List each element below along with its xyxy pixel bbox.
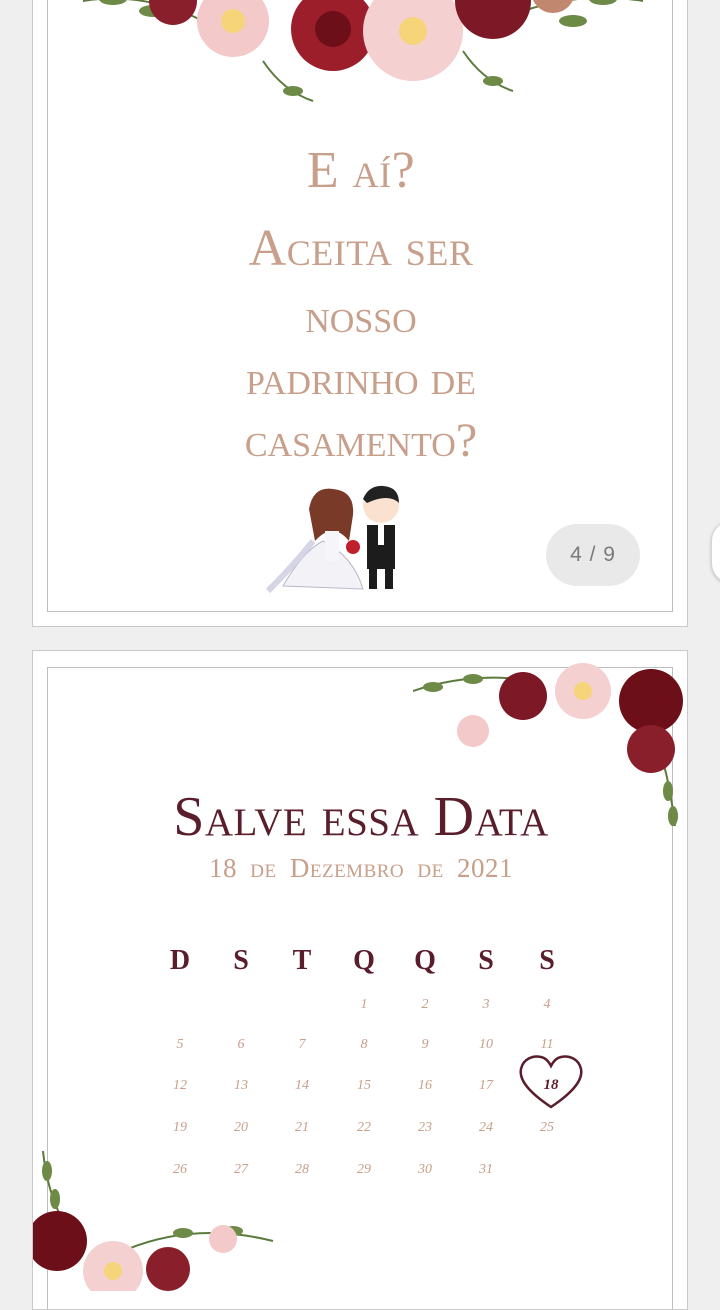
calendar-day: 23 [418, 1120, 432, 1135]
floral-decoration-top [83, 0, 643, 102]
calendar-day: 5 [176, 1037, 184, 1052]
calendar-day: 3 [482, 997, 490, 1012]
weekday-header: S [233, 945, 249, 976]
weekday-header: S [539, 945, 555, 976]
save-the-date-title: Salve essa Data [173, 786, 549, 848]
calendar-day: 14 [295, 1078, 309, 1093]
floral-decoration-corner-bottom-left [33, 1151, 274, 1291]
question-line-3: nosso [305, 290, 417, 343]
question-line-5: casamento? [244, 414, 478, 467]
calendar-day: 21 [295, 1120, 309, 1135]
question-line-1: E aí? [306, 142, 416, 199]
slide-card-save-the-date[interactable]: Salve essa Data 18 de Dezembro de 2021 D… [32, 650, 688, 1310]
calendar-day: 4 [543, 997, 551, 1012]
calendar-day: 2 [421, 997, 429, 1012]
calendar-day: 8 [360, 1037, 368, 1052]
calendar-day: 13 [234, 1078, 248, 1093]
wedding-date: 18 de Dezembro de 2021 [209, 853, 513, 883]
calendar-day: 30 [418, 1162, 432, 1177]
calendar-day: 10 [479, 1037, 493, 1052]
slide-card-invitation[interactable]: E aí? Aceita ser nosso padrinho de casam… [32, 0, 688, 627]
calendar-day: 15 [357, 1078, 371, 1093]
question-line-4: padrinho de [246, 352, 476, 405]
calendar-day: 12 [173, 1078, 187, 1093]
calendar-day: 25 [540, 1120, 554, 1135]
calendar-day: 17 [479, 1078, 493, 1093]
couple-illustration [265, 485, 399, 594]
calendar-day: 9 [421, 1037, 429, 1052]
calendar-day: 24 [479, 1120, 493, 1135]
weekday-header: Q [353, 945, 375, 976]
calendar-day: 1 [360, 997, 368, 1012]
calendar-day: 22 [357, 1120, 371, 1135]
question-line-2: Aceita ser [248, 220, 474, 277]
calendar-day: 19 [173, 1120, 187, 1135]
calendar-day: 31 [479, 1162, 493, 1177]
calendar-day: 29 [357, 1162, 371, 1177]
weekday-header: D [169, 945, 191, 976]
calendar-day: 7 [298, 1037, 306, 1052]
calendar-day: 6 [237, 1037, 245, 1052]
weekday-header: S [478, 945, 494, 976]
calendar-day: 11 [540, 1037, 554, 1052]
calendar-day-highlighted: 18 [543, 1077, 559, 1093]
calendar-day: 16 [418, 1078, 432, 1093]
calendar-day: 20 [234, 1120, 248, 1135]
weekday-header: Q [414, 945, 436, 976]
weekday-header: T [292, 945, 312, 976]
next-slide-handle[interactable] [711, 520, 720, 584]
slide-counter: 4 / 9 [546, 524, 640, 586]
